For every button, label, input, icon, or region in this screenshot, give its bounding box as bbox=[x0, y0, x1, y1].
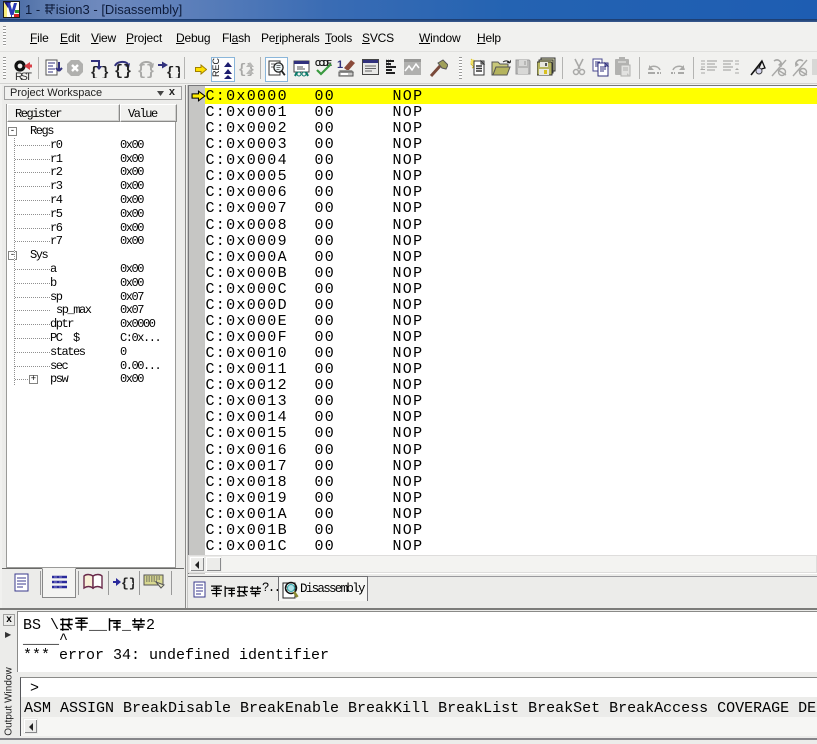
svg-text:{}: {} bbox=[114, 63, 132, 78]
svg-text:{}: {} bbox=[137, 63, 155, 78]
svg-text:}: } bbox=[101, 65, 109, 78]
svg-text:1: 1 bbox=[337, 59, 343, 71]
svg-text:{}: {} bbox=[166, 65, 180, 78]
svg-text:{}: {} bbox=[121, 576, 134, 590]
svg-text:{: { bbox=[90, 65, 98, 78]
svg-text:REC: REC bbox=[211, 57, 221, 77]
svg-text:RST: RST bbox=[15, 71, 32, 82]
